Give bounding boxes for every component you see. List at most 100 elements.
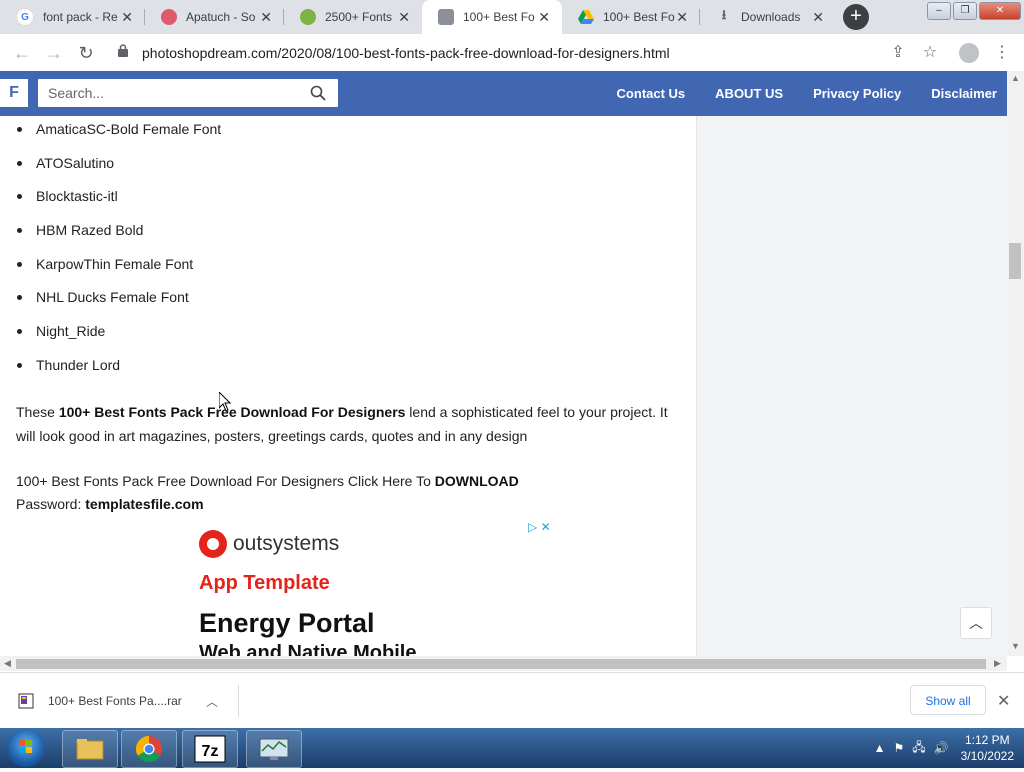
ad-title: Energy Portal xyxy=(199,608,375,638)
google-icon: G xyxy=(16,8,34,26)
adchoices-icon[interactable]: ▷ ✕ xyxy=(528,520,551,534)
search-icon[interactable] xyxy=(310,85,326,101)
chevron-up-icon[interactable]: ︿ xyxy=(206,693,218,710)
action-center-flag-icon[interactable]: ⚑ xyxy=(894,741,905,755)
scroll-left-arrow-icon[interactable]: ◀ xyxy=(4,658,11,669)
google-drive-icon xyxy=(578,9,594,25)
site-nav: Contact Us ABOUT US Privacy Policy Discl… xyxy=(617,71,997,116)
sidebar xyxy=(696,116,1008,656)
font-list: AmaticaSC-Bold Female Font ATOSalutino B… xyxy=(17,120,221,390)
download-icon: ⭳ xyxy=(721,7,727,22)
apatuch-icon xyxy=(161,9,177,25)
new-tab-button[interactable]: + xyxy=(843,4,869,30)
mouse-cursor-icon xyxy=(219,392,231,412)
taskbar-clock[interactable]: 1:12 PM 3/10/2022 xyxy=(961,732,1014,764)
tab-strip: G font pack - Re ✕ Apatuch - So ✕ 2500+ … xyxy=(0,0,1024,34)
fonts-icon xyxy=(300,9,316,25)
lock-icon[interactable] xyxy=(118,44,128,57)
list-item: KarpowThin Female Font xyxy=(17,255,221,289)
show-all-button[interactable]: Show all xyxy=(910,685,986,715)
close-tab-icon[interactable]: ✕ xyxy=(812,10,824,24)
network-icon[interactable]: 🖧 xyxy=(912,738,925,759)
tab-downloads[interactable]: ⭳ Downloads ✕ xyxy=(700,0,836,34)
list-item: AmaticaSC-Bold Female Font xyxy=(17,120,221,154)
folder-icon xyxy=(76,739,104,760)
reload-button[interactable]: ↻ xyxy=(74,41,98,65)
share-icon[interactable]: ⇪ xyxy=(886,41,910,65)
horizontal-scrollbar[interactable]: ◀ ▶ xyxy=(0,656,1007,671)
download-item[interactable]: 100+ Best Fonts Pa....rar ︿ xyxy=(18,685,239,717)
profile-avatar[interactable] xyxy=(959,43,979,63)
taskbar-chrome[interactable] xyxy=(121,730,177,768)
tab-100-best-fonts-drive[interactable]: 100+ Best Fo ✕ xyxy=(562,0,700,34)
windows-logo-icon xyxy=(19,740,32,753)
taskbar-file-explorer[interactable] xyxy=(62,730,118,768)
scroll-down-arrow-icon[interactable]: ▼ xyxy=(1011,641,1020,651)
advertisement[interactable]: ▷ ✕ outsystems App Template Energy Porta… xyxy=(195,516,560,656)
forward-button[interactable]: → xyxy=(42,41,66,65)
list-item: Thunder Lord xyxy=(17,356,221,390)
tab-apatuch[interactable]: Apatuch - So ✕ xyxy=(145,0,284,34)
password-value: templatesfile.com xyxy=(85,496,204,512)
ad-tagline: Web and Native Mobile xyxy=(199,642,417,656)
scroll-up-arrow-icon[interactable]: ▲ xyxy=(1011,73,1020,83)
nav-contact-us[interactable]: Contact Us xyxy=(617,86,686,101)
tab-2500-fonts[interactable]: 2500+ Fonts ✕ xyxy=(284,0,422,34)
window-controls: – ❐ ✕ xyxy=(925,2,1021,20)
close-download-bar-icon[interactable]: ✕ xyxy=(997,691,1010,711)
browser-toolbar: ← → ↻ photoshopdream.com/2020/08/100-bes… xyxy=(0,34,1024,72)
site-logo[interactable]: F xyxy=(0,79,28,107)
close-tab-icon[interactable]: ✕ xyxy=(260,10,272,24)
taskbar-task-manager[interactable] xyxy=(246,730,302,768)
chrome-icon xyxy=(135,735,162,763)
nav-disclaimer[interactable]: Disclaimer xyxy=(931,86,997,101)
7zip-icon: 7z xyxy=(194,735,226,763)
ad-subtitle: App Template xyxy=(199,572,330,594)
description-paragraph: These 100+ Best Fonts Pack Free Download… xyxy=(16,404,668,444)
download-bar: 100+ Best Fonts Pa....rar ︿ Show all ✕ xyxy=(0,672,1024,729)
show-hidden-icons-icon[interactable]: ▲ xyxy=(874,741,886,755)
tab-font-pack[interactable]: G font pack - Re ✕ xyxy=(0,0,145,34)
ad-brand-logo: outsystems xyxy=(199,530,339,558)
download-paragraph: 100+ Best Fonts Pack Free Download For D… xyxy=(16,473,519,512)
tab-100-best-fonts-active[interactable]: 100+ Best Fo ✕ xyxy=(422,0,562,34)
site-icon xyxy=(438,9,454,25)
article-content: AmaticaSC-Bold Female Font ATOSalutino B… xyxy=(0,116,696,656)
list-item: Blocktastic-itl xyxy=(17,187,221,221)
monitor-icon xyxy=(259,738,289,760)
volume-icon[interactable]: 🔊 xyxy=(934,741,949,755)
vertical-scroll-thumb[interactable] xyxy=(1009,243,1021,279)
windows-taskbar: 7z ▲ ⚑ 🖧 🔊 1:12 PM 3/10/2022 xyxy=(0,728,1024,768)
scroll-right-arrow-icon[interactable]: ▶ xyxy=(994,658,1001,669)
bookmark-star-icon[interactable]: ☆ xyxy=(918,41,942,65)
address-bar[interactable]: photoshopdream.com/2020/08/100-best-font… xyxy=(142,45,670,61)
close-tab-icon[interactable]: ✕ xyxy=(676,10,688,24)
list-item: ATOSalutino xyxy=(17,154,221,188)
list-item: NHL Ducks Female Font xyxy=(17,288,221,322)
rar-file-icon xyxy=(18,693,34,709)
list-item: Night_Ride xyxy=(17,322,221,356)
system-tray: ▲ ⚑ 🖧 🔊 1:12 PM 3/10/2022 xyxy=(866,728,1014,768)
close-tab-icon[interactable]: ✕ xyxy=(121,10,133,24)
horizontal-scroll-thumb[interactable] xyxy=(16,659,986,669)
scroll-to-top-button[interactable]: ︿ xyxy=(960,607,992,639)
taskbar-7zip[interactable]: 7z xyxy=(182,730,238,768)
start-button[interactable] xyxy=(7,729,45,767)
site-search xyxy=(38,79,338,107)
close-tab-icon[interactable]: ✕ xyxy=(538,10,550,24)
nav-privacy-policy[interactable]: Privacy Policy xyxy=(813,86,901,101)
list-item: HBM Razed Bold xyxy=(17,221,221,255)
close-tab-icon[interactable]: ✕ xyxy=(398,10,410,24)
maximize-button[interactable]: ❐ xyxy=(953,2,977,20)
back-button[interactable]: ← xyxy=(10,41,34,65)
search-input[interactable] xyxy=(38,79,308,107)
site-header: F Contact Us ABOUT US Privacy Policy Dis… xyxy=(0,71,1007,116)
nav-about-us[interactable]: ABOUT US xyxy=(715,86,783,101)
minimize-button[interactable]: – xyxy=(927,2,951,20)
window-close-button[interactable]: ✕ xyxy=(979,2,1021,20)
menu-kebab-icon[interactable]: ⋮ xyxy=(990,41,1014,65)
vertical-scrollbar[interactable]: ▲ ▼ xyxy=(1007,71,1024,656)
outsystems-logo-icon xyxy=(199,530,227,558)
download-link[interactable]: DOWNLOAD xyxy=(435,473,519,489)
svg-text:7z: 7z xyxy=(202,743,219,760)
